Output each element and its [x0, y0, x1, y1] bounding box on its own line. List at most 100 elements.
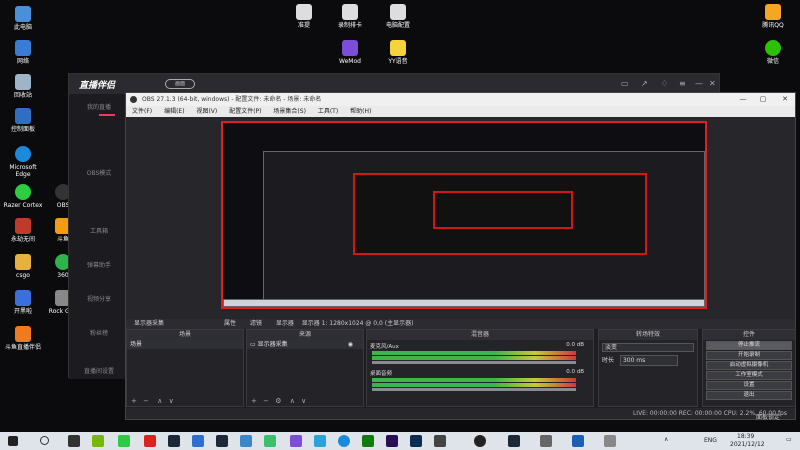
settings-icon[interactable]: ≡: [679, 79, 686, 88]
douyu-tool-icon[interactable]: 斗鱼直播伴侣: [2, 326, 44, 351]
jiuhao-icon[interactable]: 准提: [283, 4, 325, 29]
move-down-icon[interactable]: ∨: [169, 397, 174, 405]
menu-scene-collection[interactable]: 场景集合(S): [273, 108, 306, 115]
source-up-icon[interactable]: ∧: [290, 397, 295, 405]
exit-button[interactable]: 退出: [706, 391, 792, 400]
channel-db: 0.0 dB: [566, 342, 584, 348]
helper-side-item[interactable]: OBS模式: [75, 168, 123, 177]
photoshop-icon[interactable]: [410, 435, 422, 447]
remove-scene-icon[interactable]: −: [143, 397, 149, 405]
eye-icon[interactable]: ◉: [348, 340, 353, 349]
panel-lock-label[interactable]: 面板锁定: [756, 412, 780, 421]
stop-streaming-button[interactable]: 停止推流: [706, 341, 792, 350]
steam-taskbar-icon[interactable]: [508, 435, 520, 447]
duration-input[interactable]: 300 ms: [619, 355, 678, 366]
razer-taskbar-icon[interactable]: [118, 435, 130, 447]
add-scene-icon[interactable]: +: [131, 397, 137, 405]
yongjie-icon[interactable]: 永劫无间: [2, 218, 44, 243]
app-icon[interactable]: [434, 435, 446, 447]
menu-tools[interactable]: 工具(T): [318, 108, 338, 115]
helper-side-item[interactable]: 直播间设置: [75, 366, 123, 375]
luzhi-label: 录制排卡: [337, 22, 362, 29]
maximize-icon[interactable]: ▢: [753, 93, 773, 106]
source-item[interactable]: ▭ 显示器采集 ◉: [247, 340, 363, 349]
helper-badge[interactable]: 画面: [165, 79, 195, 89]
shirt-icon[interactable]: ♢: [661, 79, 668, 88]
language-indicator[interactable]: ENG: [704, 437, 717, 444]
dianjing-icon[interactable]: 电脑配置: [377, 4, 419, 29]
studio-mode-button[interactable]: 工作室模式: [706, 371, 792, 380]
clock-time[interactable]: 18:39: [737, 433, 754, 440]
scene-item[interactable]: 场景: [127, 340, 243, 349]
app-icon[interactable]: [240, 435, 252, 447]
app-icon[interactable]: [314, 435, 326, 447]
yy-icon[interactable]: YY语音: [377, 40, 419, 65]
windows-start-icon[interactable]: [8, 436, 18, 446]
this-pc-icon[interactable]: 此电脑: [2, 6, 44, 31]
steam-icon[interactable]: [168, 435, 180, 447]
edge-icon[interactable]: Microsoft Edge: [2, 146, 44, 178]
app-icon[interactable]: [540, 435, 552, 447]
volume-slider[interactable]: [372, 361, 576, 364]
app-icon[interactable]: [604, 435, 616, 447]
search-icon[interactable]: [40, 436, 49, 445]
virtual-camera-button[interactable]: 启动虚拟摄像机: [706, 361, 792, 370]
steam-icon-2[interactable]: [216, 435, 228, 447]
netease-icon[interactable]: [144, 435, 156, 447]
tray-arrow-icon[interactable]: ∧: [664, 436, 668, 443]
source-down-icon[interactable]: ∨: [301, 397, 306, 405]
add-source-icon[interactable]: +: [251, 397, 257, 405]
helper-logo: 直播伴侣: [79, 81, 116, 91]
app-icon[interactable]: [572, 435, 584, 447]
helper-side-item[interactable]: 视频分享: [75, 294, 123, 303]
menu-profile[interactable]: 配置文件(P): [229, 108, 261, 115]
clock-date[interactable]: 2021/12/12: [730, 441, 765, 448]
app-icon[interactable]: [264, 435, 276, 447]
wechat-icon[interactable]: 微信: [752, 40, 794, 65]
menu-view[interactable]: 视图(V): [196, 108, 217, 115]
display-select[interactable]: 显示器 1: 1280x1024 @ 0,0 (主显示器): [302, 320, 414, 327]
helper-minimize-icon[interactable]: —: [695, 79, 703, 88]
recycle-bin-icon[interactable]: 回收站: [2, 74, 44, 99]
razer-icon[interactable]: Razer Cortex: [2, 184, 44, 209]
transition-select[interactable]: 淡变: [602, 343, 694, 352]
helper-side-item[interactable]: 我的直播: [75, 102, 123, 111]
luzhi-icon[interactable]: 录制排卡: [329, 4, 371, 29]
task-view-icon[interactable]: [68, 435, 80, 447]
remove-source-icon[interactable]: −: [263, 397, 269, 405]
helper-side-item[interactable]: 弹幕助手: [75, 260, 123, 269]
volume-slider[interactable]: [372, 388, 576, 391]
settings-button[interactable]: 设置: [706, 381, 792, 390]
notification-icon[interactable]: ▭: [786, 436, 792, 443]
close-icon[interactable]: ✕: [775, 93, 795, 106]
preview-canvas[interactable]: [221, 121, 707, 309]
kaiheila-icon[interactable]: 开黑啦: [2, 290, 44, 315]
helper-side-item[interactable]: 工具箱: [75, 226, 123, 235]
csgo-icon[interactable]: csgo: [2, 254, 44, 279]
properties-button[interactable]: 属性: [224, 320, 236, 327]
nvidia-icon[interactable]: [92, 435, 104, 447]
menu-file[interactable]: 文件(F): [132, 108, 152, 115]
source-name: 显示器采集: [134, 320, 165, 327]
start-recording-button[interactable]: 开始录制: [706, 351, 792, 360]
source-settings-icon[interactable]: ⚙: [275, 397, 281, 405]
tencent-qq-icon[interactable]: 腾讯QQ: [752, 4, 794, 29]
filters-button[interactable]: 滤镜: [250, 320, 262, 327]
wemod-icon[interactable]: WeMod: [329, 40, 371, 65]
network-icon[interactable]: 网络: [2, 40, 44, 65]
move-up-icon[interactable]: ∧: [157, 397, 162, 405]
menu-edit[interactable]: 编辑(E): [164, 108, 184, 115]
premiere-icon[interactable]: [386, 435, 398, 447]
share-icon[interactable]: ↗: [641, 79, 648, 88]
app-icon[interactable]: [192, 435, 204, 447]
edge-taskbar-icon[interactable]: [338, 435, 350, 447]
control-panel-icon[interactable]: 控制面板: [2, 108, 44, 133]
menu-help[interactable]: 帮助(H): [350, 108, 371, 115]
minimize-icon[interactable]: —: [733, 93, 753, 106]
helper-side-item[interactable]: 粉丝榜: [75, 328, 123, 337]
message-icon[interactable]: ▭: [621, 79, 629, 88]
wemod-taskbar-icon[interactable]: [290, 435, 302, 447]
obs-taskbar-icon[interactable]: [474, 435, 486, 447]
helper-close-icon[interactable]: ✕: [709, 79, 716, 88]
xbox-icon[interactable]: [362, 435, 374, 447]
